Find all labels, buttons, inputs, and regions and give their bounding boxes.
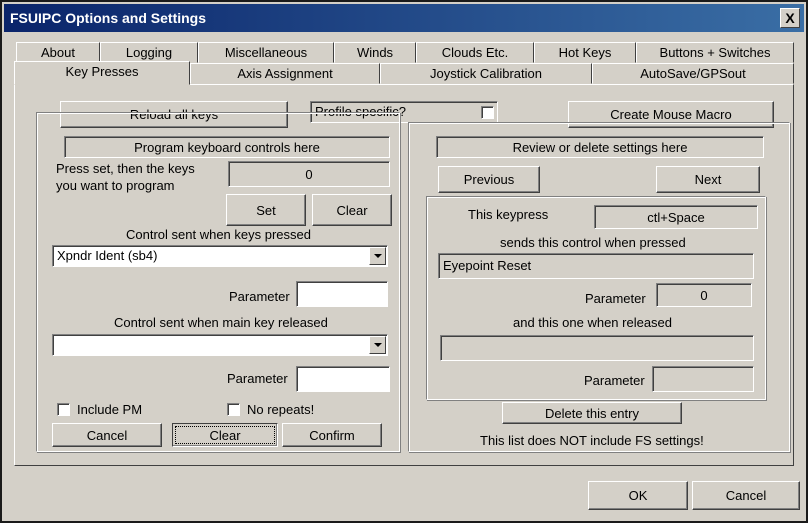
right-parameter2-value xyxy=(652,366,754,392)
include-pm-checkbox[interactable] xyxy=(57,403,70,416)
tab-autosave-gpsout[interactable]: AutoSave/GPSout xyxy=(592,63,794,84)
program-header: Program keyboard controls here xyxy=(64,136,390,158)
right-parameter2-label: Parameter xyxy=(584,373,645,388)
parameter2-label: Parameter xyxy=(227,371,288,386)
right-parameter1-label: Parameter xyxy=(585,291,646,306)
ok-button[interactable]: OK xyxy=(588,481,688,510)
released-label: and this one when released xyxy=(513,315,673,330)
parameter1-input[interactable] xyxy=(296,281,388,307)
you-want-label: you want to program xyxy=(56,178,175,193)
tab-logging[interactable]: Logging xyxy=(100,42,198,63)
review-header: Review or delete settings here xyxy=(436,136,764,158)
cancel-left-button[interactable]: Cancel xyxy=(52,423,162,447)
key-value-field[interactable]: 0 xyxy=(228,161,390,187)
tab-winds[interactable]: Winds xyxy=(334,42,416,63)
parameter1-label: Parameter xyxy=(229,289,290,304)
tab-axis-assignment[interactable]: Axis Assignment xyxy=(190,63,380,84)
fs-settings-note: This list does NOT include FS settings! xyxy=(480,433,704,448)
parameter2-input[interactable] xyxy=(296,366,390,392)
keypress-value: ctl+Space xyxy=(594,205,758,229)
sends-label: sends this control when pressed xyxy=(500,235,686,250)
delete-entry-button[interactable]: Delete this entry xyxy=(502,402,682,424)
cancel-button[interactable]: Cancel xyxy=(692,481,800,510)
press-set-label: Press set, then the keys xyxy=(56,161,195,176)
chevron-down-icon[interactable] xyxy=(369,336,386,354)
window-title: FSUIPC Options and Settings xyxy=(10,10,207,26)
tab-hot-keys[interactable]: Hot Keys xyxy=(534,42,636,63)
tab-key-presses[interactable]: Key Presses xyxy=(14,61,190,85)
close-button[interactable]: X xyxy=(780,8,800,28)
no-repeats-checkbox[interactable] xyxy=(227,403,240,416)
tab-buttons-switches[interactable]: Buttons + Switches xyxy=(636,42,794,63)
control-released-select[interactable] xyxy=(52,334,388,356)
title-bar: FSUIPC Options and Settings X xyxy=(4,4,804,32)
clear-key-button[interactable]: Clear xyxy=(312,194,392,226)
control-released-label: Control sent when main key released xyxy=(114,315,328,330)
released-value xyxy=(440,335,754,361)
profile-specific-checkbox[interactable] xyxy=(481,106,494,119)
previous-button[interactable]: Previous xyxy=(438,166,540,193)
control-pressed-select[interactable]: Xpndr Ident (sb4) xyxy=(52,245,388,267)
options-window: FSUIPC Options and Settings X About Logg… xyxy=(0,0,808,523)
right-parameter1-value: 0 xyxy=(656,283,752,307)
this-keypress-label: This keypress xyxy=(468,207,549,222)
include-pm-label: Include PM xyxy=(77,402,143,417)
control-pressed-label: Control sent when keys pressed xyxy=(126,227,311,242)
confirm-button[interactable]: Confirm xyxy=(282,423,382,447)
no-repeats-label: No repeats! xyxy=(247,402,315,417)
next-button[interactable]: Next xyxy=(656,166,760,193)
set-button[interactable]: Set xyxy=(226,194,306,226)
clear-left-button[interactable]: Clear xyxy=(172,423,278,447)
chevron-down-icon[interactable] xyxy=(369,247,386,265)
tab-joystick-calibration[interactable]: Joystick Calibration xyxy=(380,63,592,84)
control-pressed-value: Xpndr Ident (sb4) xyxy=(57,248,158,263)
control-value: Eyepoint Reset xyxy=(438,253,754,279)
tab-about[interactable]: About xyxy=(16,42,100,63)
tab-miscellaneous[interactable]: Miscellaneous xyxy=(198,42,334,63)
tab-clouds[interactable]: Clouds Etc. xyxy=(416,42,534,63)
